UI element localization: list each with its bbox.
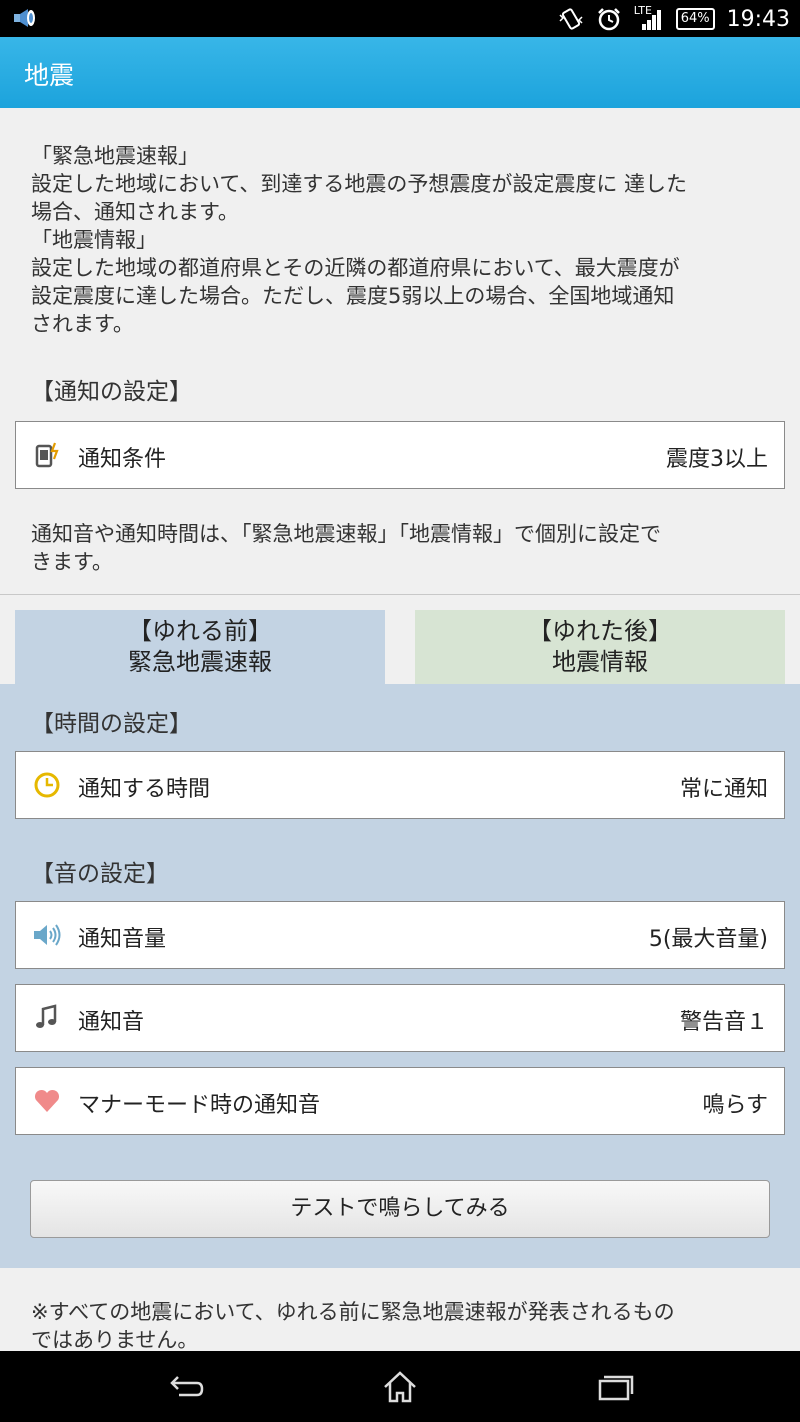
notify-time-label: 通知する時間	[78, 777, 211, 802]
divider	[0, 594, 800, 595]
volume-value: 5(最大音量)	[648, 927, 768, 952]
tab-after-line2: 地震情報	[552, 648, 648, 676]
footnote-line: ではありません。	[31, 1328, 199, 1351]
intro-line: 設定した地域の都道府県とその近隣の都道府県において、最大震度が	[31, 256, 680, 280]
notification-condition-value: 震度3以上	[666, 447, 768, 472]
time-settings-heading: 【時間の設定】	[31, 711, 192, 737]
sound-label: 通知音	[78, 1010, 145, 1035]
intro-line: 設定した地域において、到達する地震の予想震度が設定震度に 達した	[31, 172, 687, 196]
back-icon[interactable]	[165, 1369, 205, 1405]
tab-before-line2: 緊急地震速報	[128, 648, 272, 676]
page-title: 地震	[24, 61, 75, 90]
notification-settings-heading: 【通知の設定】	[31, 379, 192, 405]
intro-line: 場合、通知されます。	[31, 200, 239, 224]
volume-row[interactable]: 通知音量 5(最大音量)	[15, 901, 785, 969]
note-text: 通知音や通知時間は、「緊急地震速報」「地震情報」で個別に設定で きます。	[31, 520, 776, 576]
notify-time-row[interactable]: 通知する時間 常に通知	[15, 751, 785, 819]
notify-time-value: 常に通知	[679, 777, 768, 802]
intro-line: 「緊急地震速報」	[31, 144, 199, 168]
settings-content[interactable]: 「緊急地震速報」 設定した地域において、到達する地震の予想震度が設定震度に 達し…	[0, 108, 800, 1351]
manner-mode-label: マナーモード時の通知音	[78, 1093, 321, 1118]
footnote-text: ※すべての地震において、ゆれる前に緊急地震速報が発表されるもの ではありません。	[31, 1298, 776, 1351]
notification-condition-row[interactable]: 通知条件 震度3以上	[15, 421, 785, 489]
speaker-icon	[34, 924, 61, 946]
battery-icon: 64%	[675, 8, 715, 30]
tab-after-shaking[interactable]: 【ゆれた後】 地震情報	[415, 610, 785, 684]
sound-value: 警告音１	[679, 1010, 768, 1035]
tab-before-shaking[interactable]: 【ゆれる前】 緊急地震速報	[15, 610, 385, 684]
sound-row[interactable]: 通知音 警告音１	[15, 984, 785, 1052]
tab-before-line1: 【ゆれる前】	[128, 617, 272, 645]
home-icon[interactable]	[380, 1369, 420, 1405]
note-line: 通知音や通知時間は、「緊急地震速報」「地震情報」で個別に設定で	[31, 522, 661, 546]
tab-after-line1: 【ゆれた後】	[528, 617, 672, 645]
sound-settings-heading: 【音の設定】	[31, 861, 169, 887]
intro-line: されます。	[31, 312, 134, 336]
note-line: きます。	[31, 550, 113, 574]
notification-speaker-icon	[14, 9, 35, 27]
notification-condition-label: 通知条件	[78, 447, 167, 472]
intro-line: 設定震度に達した場合。ただし、震度5弱以上の場合、全国地域通知	[31, 284, 675, 308]
phone-alert-icon	[35, 442, 59, 468]
signal-icon: LTE	[634, 4, 664, 32]
test-sound-button[interactable]: テストで鳴らしてみる	[30, 1180, 770, 1238]
volume-label: 通知音量	[78, 927, 167, 952]
manner-mode-row[interactable]: マナーモード時の通知音 鳴らす	[15, 1067, 785, 1135]
footnote-line: ※すべての地震において、ゆれる前に緊急地震速報が発表されるもの	[31, 1300, 675, 1324]
music-note-icon	[36, 1004, 57, 1028]
navigation-bar	[0, 1351, 800, 1422]
recent-apps-icon[interactable]	[595, 1369, 635, 1405]
manner-mode-value: 鳴らす	[702, 1093, 768, 1118]
intro-text: 「緊急地震速報」 設定した地域において、到達する地震の予想震度が設定震度に 達し…	[31, 142, 776, 338]
clock-time: 19:43	[726, 6, 790, 32]
status-bar: LTE 64% 19:43	[0, 0, 800, 37]
clock-icon	[34, 772, 60, 798]
app-bar: 地震	[0, 37, 800, 108]
vibrate-icon	[559, 8, 583, 30]
alarm-icon	[597, 8, 620, 31]
intro-line: 「地震情報」	[31, 228, 157, 252]
heart-icon	[34, 1089, 60, 1112]
